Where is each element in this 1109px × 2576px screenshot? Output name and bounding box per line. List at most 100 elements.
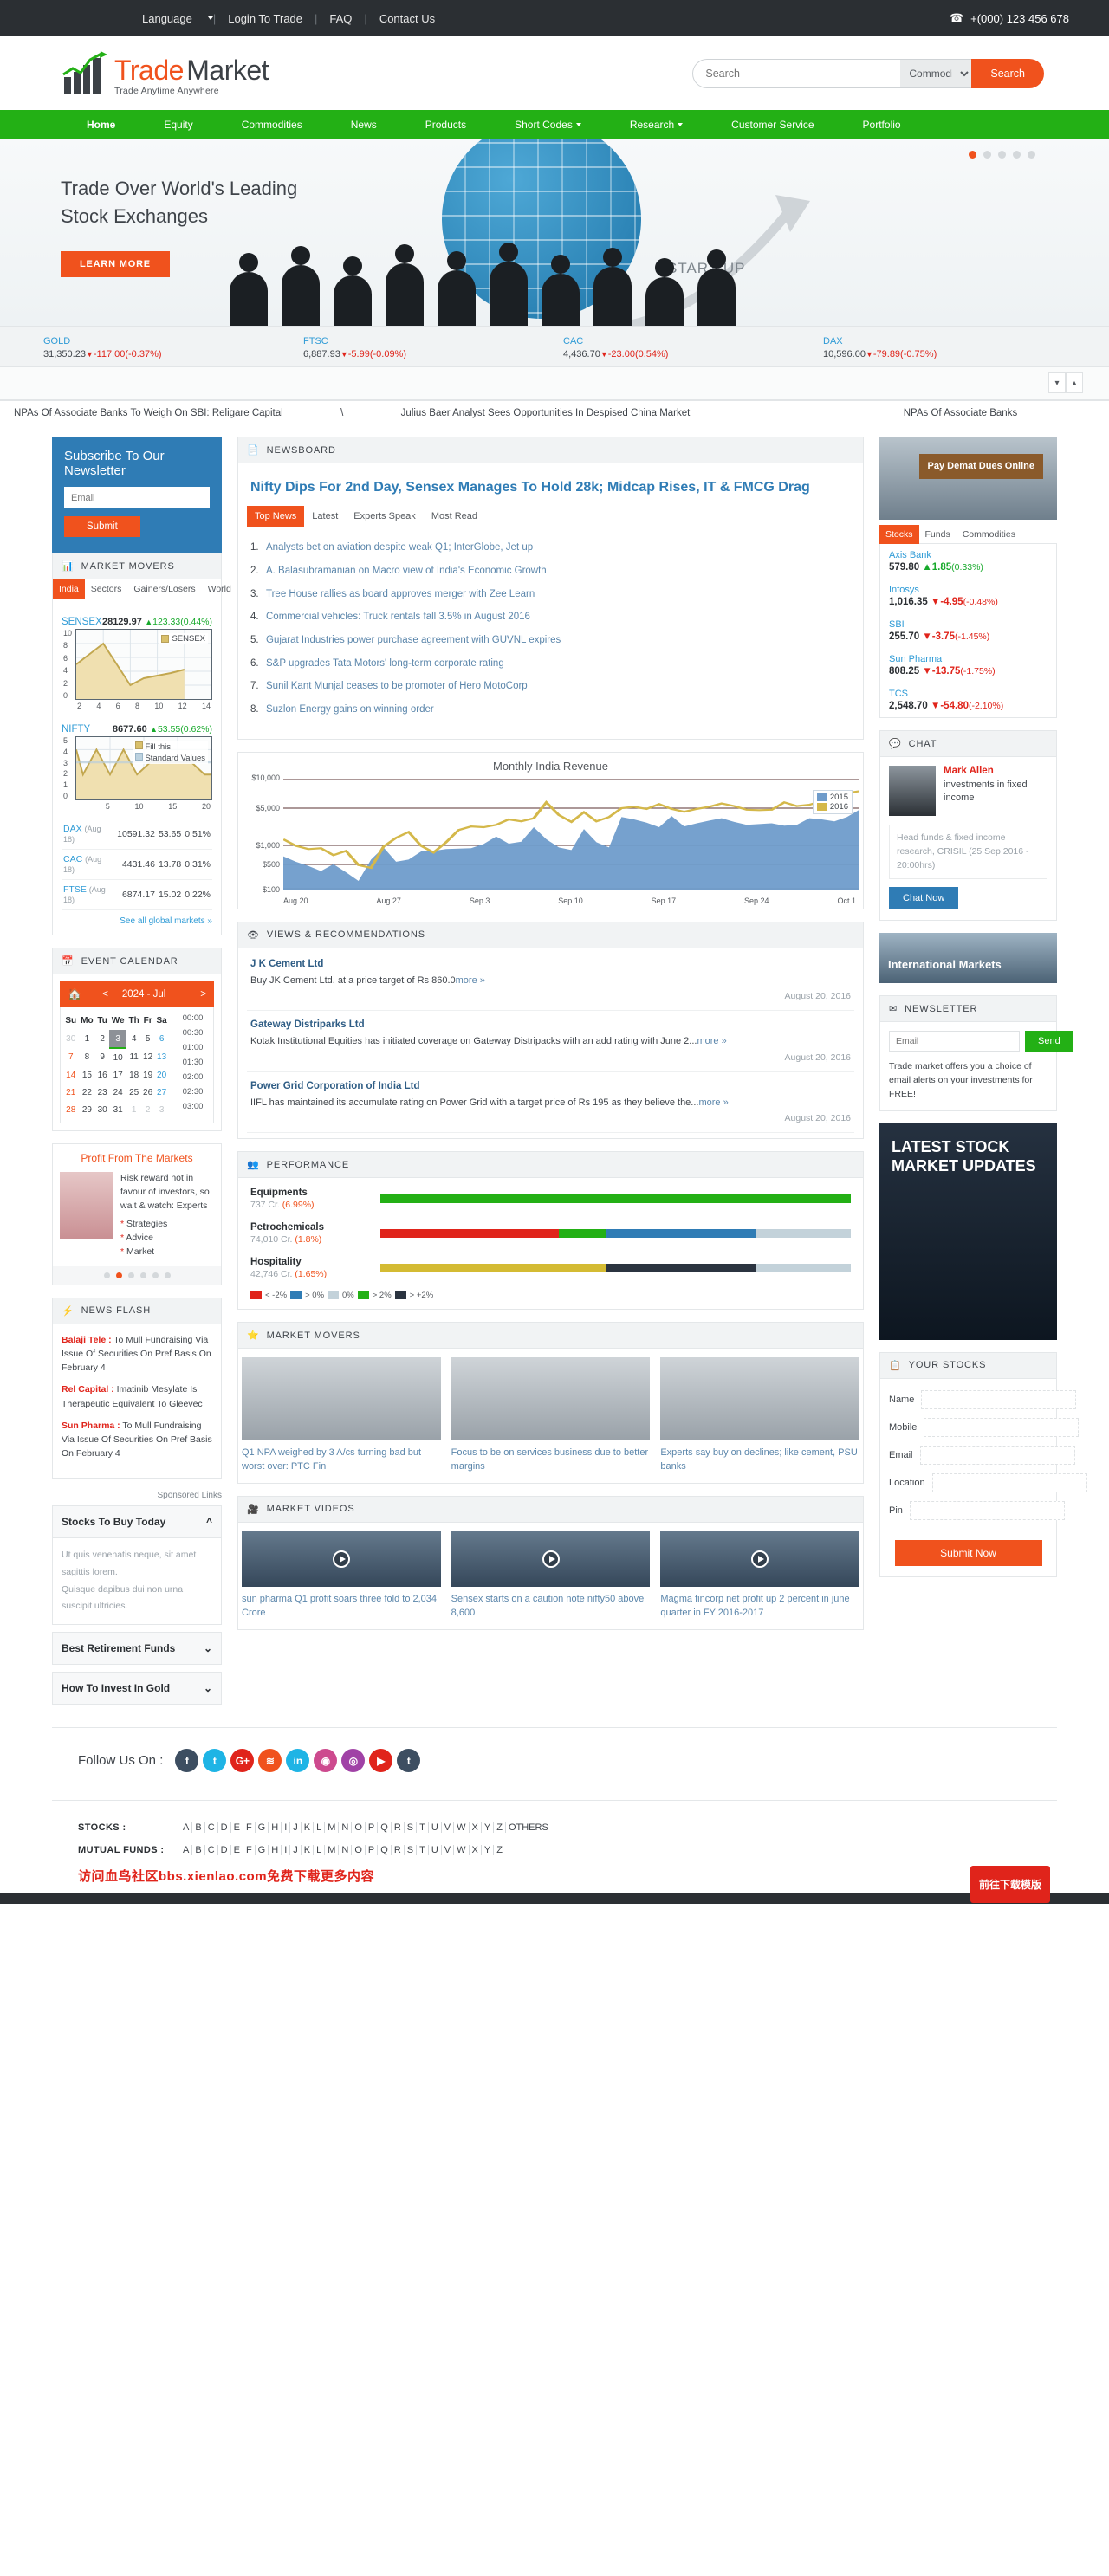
calendar-day[interactable]: 27 bbox=[154, 1084, 169, 1101]
stock-letter-N[interactable]: N bbox=[339, 1822, 353, 1834]
list-item[interactable]: S&P upgrades Tata Motors' long-term corp… bbox=[250, 652, 851, 676]
download-template-button[interactable]: 前往下载模版 bbox=[970, 1866, 1050, 1904]
calendar-day[interactable]: 13 bbox=[154, 1048, 169, 1066]
video-thumbnail[interactable] bbox=[451, 1531, 651, 1587]
right-tab-funds[interactable]: Funds bbox=[919, 525, 957, 544]
promo-dot-2[interactable] bbox=[115, 1272, 122, 1278]
stock-name[interactable]: Sun Pharma bbox=[889, 654, 1047, 664]
stock-letter-X[interactable]: X bbox=[469, 1822, 482, 1834]
stock-row[interactable]: SBI 255.70 ▼-3.75(-1.45%) bbox=[880, 613, 1056, 648]
stock-letter-G[interactable]: G bbox=[255, 1822, 269, 1834]
stock-name[interactable]: SBI bbox=[889, 619, 1047, 630]
newsboard-headline[interactable]: Nifty Dips For 2nd Day, Sensex Manages T… bbox=[247, 467, 854, 506]
video-card[interactable]: Magma fincorp net profit up 2 percent in… bbox=[660, 1531, 860, 1621]
stock-updates-ad[interactable]: LATEST STOCK MARKET UPDATES bbox=[879, 1123, 1057, 1340]
time-slot[interactable]: 02:30 bbox=[172, 1084, 213, 1099]
calendar-day[interactable]: 14 bbox=[63, 1066, 78, 1084]
calendar-day[interactable]: 22 bbox=[78, 1084, 95, 1101]
calendar-day[interactable]: 30 bbox=[63, 1030, 78, 1048]
mover-card[interactable]: Q1 NPA weighed by 3 A/cs turning bad but… bbox=[242, 1357, 441, 1474]
news-flash-item[interactable]: Rel Capital : Imatinib Mesylate Is Thera… bbox=[62, 1382, 212, 1411]
calendar-day[interactable]: 1 bbox=[126, 1101, 141, 1118]
nav-item-portfolio[interactable]: Portfolio bbox=[839, 119, 925, 131]
fund-letter-J[interactable]: J bbox=[290, 1845, 302, 1856]
fund-letter-H[interactable]: H bbox=[269, 1845, 282, 1856]
list-item[interactable]: Analysts bet on aviation despite weak Q1… bbox=[250, 536, 851, 560]
see-all-markets-link[interactable]: See all global markets » bbox=[62, 916, 212, 926]
list-item[interactable]: Sunil Kant Munjal ceases to be promoter … bbox=[250, 675, 851, 698]
calendar-day[interactable]: 24 bbox=[109, 1084, 126, 1101]
time-slot[interactable]: 00:00 bbox=[172, 1011, 213, 1026]
stock-letter-I[interactable]: I bbox=[282, 1822, 291, 1834]
ticker-item-2[interactable]: Julius Baer Analyst Sees Opportunities I… bbox=[401, 408, 691, 418]
stock-letter-D[interactable]: D bbox=[217, 1822, 231, 1834]
instagram-icon[interactable]: ◎ bbox=[341, 1749, 366, 1773]
fund-letter-R[interactable]: R bbox=[391, 1845, 405, 1856]
sponsored-accordion[interactable]: Best Retirement Funds ⌄ bbox=[52, 1632, 222, 1666]
fund-letter-P[interactable]: P bbox=[365, 1845, 379, 1856]
index-gold[interactable]: GOLD 31,350.23▼-117.00(-0.37%) bbox=[43, 336, 303, 359]
calendar-day[interactable]: 18 bbox=[126, 1066, 141, 1084]
play-icon[interactable] bbox=[332, 1550, 350, 1568]
more-link[interactable]: more » bbox=[456, 975, 485, 986]
google-plus-icon[interactable]: G+ bbox=[230, 1749, 255, 1773]
facebook-icon[interactable]: f bbox=[175, 1749, 199, 1773]
fund-letter-I[interactable]: I bbox=[282, 1845, 291, 1856]
recommendation-title[interactable]: Gateway Distriparks Ltd bbox=[250, 1019, 851, 1030]
fund-letter-W[interactable]: W bbox=[454, 1845, 470, 1856]
stock-letter-O[interactable]: O bbox=[352, 1822, 366, 1834]
stock-name[interactable]: TCS bbox=[889, 689, 1047, 699]
fund-letter-X[interactable]: X bbox=[469, 1845, 482, 1856]
ticker-up-button[interactable]: ▴ bbox=[1066, 372, 1083, 393]
stock-letter-P[interactable]: P bbox=[365, 1822, 379, 1834]
ticker-item-1[interactable]: NPAs Of Associate Banks To Weigh On SBI:… bbox=[14, 408, 283, 418]
search-button[interactable]: Search bbox=[971, 58, 1044, 88]
stock-letter-L[interactable]: L bbox=[314, 1822, 326, 1834]
video-card[interactable]: Sensex starts on a caution note nifty50 … bbox=[451, 1531, 651, 1621]
calendar-grid[interactable]: Su Mo Tu We Th Fr Sa 30 1 2 3 4 5 6 7 8 9 10 11 12 13 14 15 16 1… bbox=[63, 1012, 169, 1118]
stock-letter-E[interactable]: E bbox=[230, 1822, 243, 1834]
search-category-select[interactable]: Commodities bbox=[900, 58, 972, 88]
login-to-trade-link[interactable]: Login To Trade bbox=[216, 12, 315, 25]
stock-letter-S[interactable]: S bbox=[404, 1822, 418, 1834]
carousel-dot-4[interactable] bbox=[1013, 151, 1021, 159]
nav-item-customer-service[interactable]: Customer Service bbox=[707, 119, 838, 131]
right-tab-stocks[interactable]: Stocks bbox=[879, 525, 919, 544]
search-input[interactable] bbox=[692, 58, 901, 88]
calendar-day[interactable]: 19 bbox=[141, 1066, 154, 1084]
time-slot[interactable]: 03:00 bbox=[172, 1099, 213, 1114]
calendar-day[interactable]: 12 bbox=[141, 1048, 154, 1066]
demat-ad-banner[interactable]: Pay Demat Dues Online bbox=[879, 437, 1057, 520]
video-caption[interactable]: Magma fincorp net profit up 2 percent in… bbox=[660, 1593, 859, 1621]
calendar-day[interactable]: 29 bbox=[78, 1101, 95, 1118]
faq-link[interactable]: FAQ bbox=[317, 12, 364, 25]
stock-row[interactable]: Sun Pharma 808.25 ▼-13.75(-1.75%) bbox=[880, 648, 1056, 683]
nav-item-research[interactable]: Research bbox=[606, 119, 707, 131]
field-input-email[interactable] bbox=[919, 1445, 1075, 1465]
fund-letter-M[interactable]: M bbox=[325, 1845, 340, 1856]
stock-row[interactable]: Infosys 1,016.35 ▼-4.95(-0.48%) bbox=[880, 579, 1056, 613]
fund-letter-C[interactable]: C bbox=[204, 1845, 218, 1856]
field-input-mobile[interactable] bbox=[924, 1417, 1080, 1437]
news-flash-item[interactable]: Balaji Tele : To Mull Fundraising Via Is… bbox=[62, 1333, 212, 1375]
calendar-day[interactable]: 3 bbox=[108, 1030, 127, 1049]
more-link[interactable]: more » bbox=[697, 1036, 726, 1046]
list-item[interactable]: Suzlon Energy gains on winning order bbox=[250, 698, 851, 722]
carousel-dot-1[interactable] bbox=[969, 151, 976, 159]
calendar-day[interactable]: 2 bbox=[141, 1101, 154, 1118]
calendar-day[interactable]: 15 bbox=[78, 1066, 95, 1084]
calendar-day[interactable]: 16 bbox=[95, 1066, 109, 1084]
mover-caption[interactable]: Experts say buy on declines; like cement… bbox=[660, 1447, 859, 1474]
calendar-day[interactable]: 7 bbox=[63, 1048, 78, 1066]
promo-dot-5[interactable] bbox=[152, 1272, 159, 1278]
fund-letter-F[interactable]: F bbox=[243, 1845, 256, 1856]
stock-row[interactable]: Axis Bank 579.80 ▲1.85(0.33%) bbox=[880, 544, 1056, 579]
fund-letter-Z[interactable]: Z bbox=[494, 1845, 505, 1855]
newsletter-submit-button[interactable]: Submit bbox=[64, 516, 140, 537]
stock-letter-V[interactable]: V bbox=[441, 1822, 455, 1834]
video-thumbnail[interactable] bbox=[660, 1531, 860, 1587]
fund-letter-B[interactable]: B bbox=[192, 1845, 205, 1856]
home-icon[interactable]: 🏠 bbox=[68, 987, 81, 1001]
fund-letter-E[interactable]: E bbox=[230, 1845, 243, 1856]
video-caption[interactable]: Sensex starts on a caution note nifty50 … bbox=[451, 1593, 651, 1621]
